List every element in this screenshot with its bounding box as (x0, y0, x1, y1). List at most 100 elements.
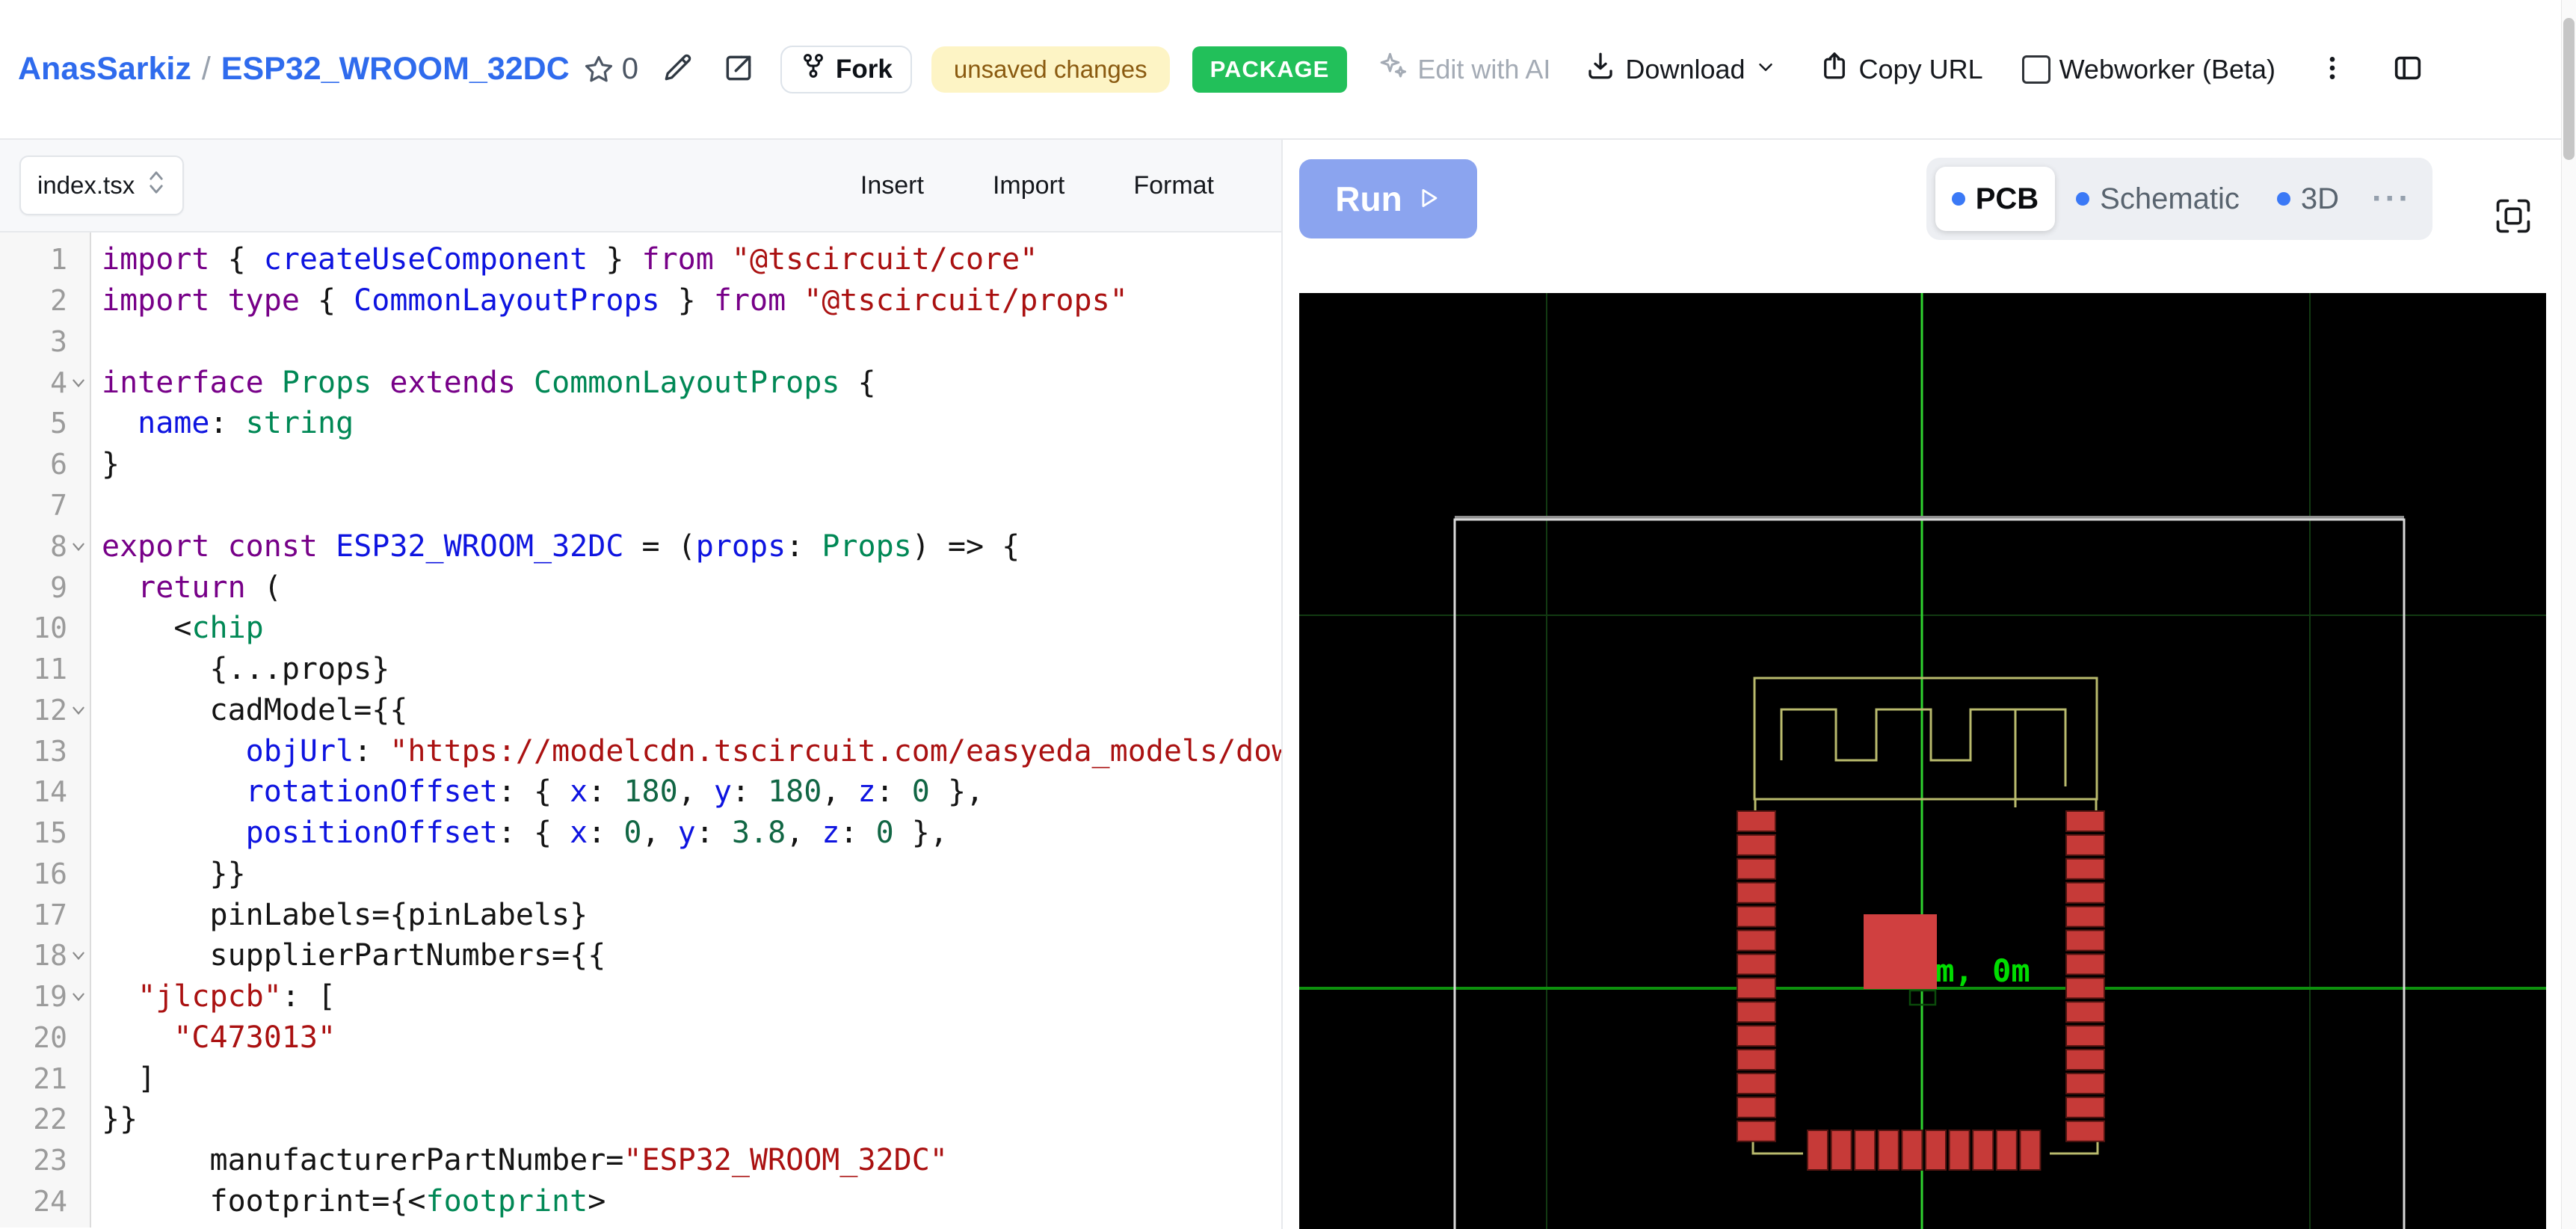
tab-label: 3D (2301, 182, 2339, 216)
code-line[interactable]: 13 objUrl: "https://modelcdn.tscircuit.c… (0, 730, 1281, 771)
topbar: AnasSarkiz / ESP32_WROOM_32DC 0 (0, 0, 2576, 140)
code-line[interactable]: 1 import { createUseComponent } from "@ts… (0, 239, 1281, 280)
code-line[interactable]: 9 return ( (0, 567, 1281, 608)
line-number: 16 (33, 857, 67, 890)
file-selector[interactable]: index.tsx (19, 155, 184, 215)
tab-dot-icon (1952, 192, 1965, 206)
fold-chevron-icon[interactable] (67, 988, 90, 1005)
code-line[interactable]: 22}} (0, 1099, 1281, 1140)
code-line-text: } (90, 447, 120, 481)
line-number: 15 (33, 816, 67, 849)
breadcrumb-owner-link[interactable]: AnasSarkiz (18, 51, 191, 87)
edit-with-ai-button[interactable]: Edit with AI (1377, 50, 1550, 88)
breadcrumb-repo-link[interactable]: ESP32_WROOM_32DC (221, 51, 570, 87)
tab-schematic[interactable]: Schematic (2059, 167, 2256, 231)
line-number: 5 (50, 407, 67, 440)
line-number: 17 (33, 899, 67, 931)
code-line[interactable]: 6} (0, 444, 1281, 485)
code-line-text: pinLabels={pinLabels} (90, 898, 588, 932)
code-line[interactable]: 20 "C473013" (0, 1017, 1281, 1059)
fold-chevron-icon[interactable] (67, 702, 90, 718)
code-line-text: }} (90, 857, 246, 891)
line-number: 20 (33, 1021, 67, 1054)
more-options-button[interactable] (2317, 53, 2347, 85)
copy-url-label: Copy URL (1859, 54, 1983, 85)
star-count-group[interactable]: 0 (583, 52, 638, 86)
code-line-text: import { createUseComponent } from "@tsc… (90, 242, 1038, 277)
line-number: 8 (50, 530, 67, 563)
code-line[interactable]: 12 cadModel={{ (0, 689, 1281, 730)
menu-format[interactable]: Format (1133, 171, 1214, 200)
code-line[interactable]: 7 (0, 485, 1281, 526)
sparkles-icon (1377, 50, 1408, 88)
breadcrumb: AnasSarkiz / ESP32_WROOM_32DC (18, 51, 570, 87)
menu-insert[interactable]: Insert (860, 171, 924, 200)
package-badge: PACKAGE (1192, 46, 1348, 93)
fold-chevron-icon[interactable] (67, 947, 90, 964)
open-external-button[interactable] (722, 52, 755, 87)
fullscreen-icon (2492, 228, 2534, 239)
code-line[interactable]: 24 footprint={<footprint> (0, 1181, 1281, 1222)
code-editor-panel: index.tsx Insert Import Format 1 import {… (0, 140, 1283, 1229)
webworker-toggle[interactable]: Webworker (Beta) (2022, 54, 2275, 85)
edit-title-button[interactable] (661, 52, 694, 87)
code-line-text: footprint={<footprint> (90, 1184, 606, 1219)
arrow-up-right-box-icon (722, 52, 755, 87)
code-line[interactable]: 25 name={props.name} (0, 1222, 1281, 1228)
code-line[interactable]: 21 ] (0, 1058, 1281, 1099)
code-line[interactable]: 18 supplierPartNumbers={{ (0, 935, 1281, 976)
page-scrollbar[interactable] (2561, 0, 2576, 1229)
code-line-text: name: string (90, 406, 354, 440)
line-number: 23 (33, 1144, 67, 1177)
toggle-panel-button[interactable] (2391, 51, 2425, 87)
fullscreen-button[interactable] (2492, 195, 2534, 239)
scrollbar-thumb[interactable] (2563, 18, 2575, 160)
code-line[interactable]: 23 manufacturerPartNumber="ESP32_WROOM_3… (0, 1140, 1281, 1181)
code-line[interactable]: 17 pinLabels={pinLabels} (0, 894, 1281, 935)
code-line-text: positionOffset: { x: 0, y: 3.8, z: 0 }, (90, 816, 948, 850)
line-number: 1 (50, 243, 67, 276)
editor-toolbar: index.tsx Insert Import Format (0, 140, 1281, 232)
copy-url-button[interactable]: Copy URL (1819, 50, 1983, 88)
line-number: 3 (50, 325, 67, 358)
line-number: 11 (33, 653, 67, 686)
fold-chevron-icon[interactable] (67, 375, 90, 391)
pcb-canvas[interactable]: 0m, 0m (1299, 293, 2546, 1229)
menu-import[interactable]: Import (993, 171, 1064, 200)
line-number: 24 (33, 1185, 67, 1218)
code-area[interactable]: 1 import { createUseComponent } from "@ts… (0, 232, 1281, 1228)
code-line[interactable]: 3 (0, 321, 1281, 363)
code-line[interactable]: 19 "jlcpcb": [ (0, 976, 1281, 1017)
tab-pcb[interactable]: PCB (1935, 167, 2055, 231)
run-button[interactable]: Run (1299, 159, 1477, 238)
code-line[interactable]: 8export const ESP32_WROOM_32DC = (props:… (0, 526, 1281, 567)
tab-3d[interactable]: 3D (2261, 167, 2355, 231)
code-line-text: objUrl: "https://modelcdn.tscircuit.com/… (90, 734, 1281, 768)
code-line[interactable]: 2import type { CommonLayoutProps } from … (0, 280, 1281, 321)
share-box-icon (1819, 50, 1850, 88)
code-line[interactable]: 14 rotationOffset: { x: 180, y: 180, z: … (0, 771, 1281, 813)
tscircuit-editor-page: AnasSarkiz / ESP32_WROOM_32DC 0 (0, 0, 2576, 1229)
tabs-more-button[interactable]: ··· (2360, 180, 2424, 218)
pcb-render: 0m, 0m (1299, 293, 2546, 1229)
code-line-text: {...props} (90, 652, 389, 686)
code-line[interactable]: 11 {...props} (0, 649, 1281, 690)
code-line[interactable]: 10 <chip (0, 608, 1281, 649)
code-line-text: supplierPartNumbers={{ (90, 938, 606, 973)
code-line[interactable]: 15 positionOffset: { x: 0, y: 3.8, z: 0 … (0, 813, 1281, 854)
download-button[interactable]: Download (1585, 50, 1776, 88)
code-line-text: "jlcpcb": [ (90, 979, 336, 1014)
line-number: 14 (33, 775, 67, 808)
code-line[interactable]: 16 }} (0, 853, 1281, 894)
fold-chevron-icon[interactable] (67, 538, 90, 555)
code-line-text: return ( (90, 570, 282, 605)
line-number: 10 (33, 612, 67, 644)
code-line[interactable]: 4interface Props extends CommonLayoutPro… (0, 362, 1281, 403)
code-line[interactable]: 5 name: string (0, 403, 1281, 444)
play-icon (1416, 179, 1441, 219)
webworker-checkbox[interactable] (2022, 55, 2050, 84)
code-line-text: rotationOffset: { x: 180, y: 180, z: 0 }… (90, 774, 984, 809)
fork-button[interactable]: Fork (780, 46, 912, 93)
code-line-text: ] (90, 1062, 155, 1096)
line-number: 9 (50, 571, 67, 604)
